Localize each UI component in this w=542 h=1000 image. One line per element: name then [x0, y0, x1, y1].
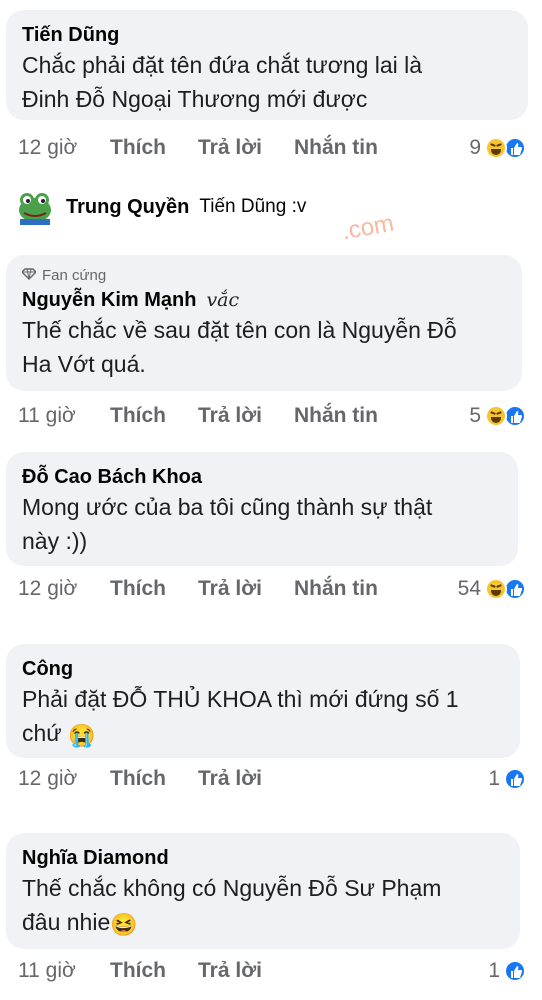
comment-bubble: Công Phải đặt ĐỖ THỦ KHOA thì mới đứng s… [6, 644, 520, 758]
reply-button[interactable]: Trả lời [198, 577, 262, 601]
comment-text-line: Chắc phải đặt tên đứa chắt tương lai là [22, 52, 423, 78]
comment-text-line: Thế chắc về sau đặt tên con là Nguyễn Đỗ [22, 317, 457, 343]
comment-actions: 12 giờ Thích Trả lời 1 [18, 763, 526, 795]
like-icon [504, 137, 526, 159]
comment-author[interactable]: Tiến Dũng [22, 22, 512, 48]
reply-button[interactable]: Trả lời [198, 959, 262, 983]
crying-emoji: 😭 [68, 723, 96, 748]
comment-actions: 12 giờ Thích Trả lời Nhắn tin 9 [18, 132, 526, 164]
reaction-count: 1 [488, 767, 500, 790]
comment-text-fragment: chứ [22, 720, 62, 746]
reply-button[interactable]: Trả lời [198, 136, 262, 160]
comment-text: Mong ước của ba tôi cũng thành sự thật n… [22, 490, 502, 558]
reaction-count: 9 [469, 136, 481, 159]
comment-bubble: Nghĩa Diamond Thế chắc không có Nguyễn Đ… [6, 833, 520, 949]
comment-actions: 12 giờ Thích Trả lời Nhắn tin 54 [18, 573, 526, 605]
reaction-summary[interactable]: 1 [488, 959, 526, 983]
comment-author[interactable]: Đỗ Cao Bách Khoa [22, 464, 502, 490]
timestamp[interactable]: 12 giờ [18, 136, 110, 160]
comment-text: Thế chắc không có Nguyễn Đỗ Sư Phạm đâu … [22, 871, 504, 942]
reaction-count: 5 [469, 404, 481, 427]
like-button[interactable]: Thích [110, 767, 166, 791]
reaction-summary[interactable]: 9 [469, 136, 526, 160]
author-name[interactable]: Nguyễn Kim Mạnh [22, 289, 196, 311]
laughing-emoji: 😆 [110, 912, 138, 937]
haha-icon [485, 578, 507, 600]
reaction-summary[interactable]: 1 [488, 767, 526, 791]
comment-text-line: đâu nhie😆 [22, 905, 504, 942]
like-icon [504, 578, 526, 600]
comment-text: Phải đặt ĐỖ THỦ KHOA thì mới đứng số 1 c… [22, 682, 504, 753]
comment-actions: 11 giờ Thích Trả lời Nhắn tin 5 [18, 400, 526, 432]
comment-text: Thế chắc về sau đặt tên con là Nguyễn Đỗ… [22, 313, 506, 381]
comment-bubble: Tiến Dũng Chắc phải đặt tên đứa chắt tươ… [6, 10, 528, 120]
timestamp[interactable]: 12 giờ [18, 767, 110, 791]
comment-text-line: chứ 😭 [22, 716, 504, 753]
comment-author[interactable]: Nghĩa Diamond [22, 845, 504, 871]
comment-text-line: này :)) [22, 528, 88, 554]
message-button[interactable]: Nhắn tin [294, 404, 378, 428]
comment-text-line: Đinh Đỗ Ngoại Thương mới được [22, 86, 368, 112]
comment-author: Nguyễn Kim Mạnh vắc [22, 287, 506, 313]
badge-label: Fan cứng [42, 267, 107, 284]
diamond-icon [21, 267, 37, 285]
like-icon [504, 405, 526, 427]
avatar[interactable] [14, 186, 56, 228]
fan-badge: Fan cứng [21, 267, 506, 285]
handwritten-mark: vắc [206, 289, 240, 311]
comment-author[interactable]: Công [22, 656, 504, 682]
comment-bubble: Fan cứng Nguyễn Kim Mạnh vắc Thế chắc về … [6, 255, 522, 391]
comment-text: Chắc phải đặt tên đứa chắt tương lai là … [22, 48, 512, 116]
reply-button[interactable]: Trả lời [198, 404, 262, 428]
comment-text-line: Phải đặt ĐỖ THỦ KHOA thì mới đứng số 1 [22, 686, 459, 712]
haha-icon [485, 405, 507, 427]
message-button[interactable]: Nhắn tin [294, 577, 378, 601]
timestamp[interactable]: 11 giờ [18, 959, 110, 983]
reply-button[interactable]: Trả lời [198, 767, 262, 791]
comment-text-line: Mong ước của ba tôi cũng thành sự thật [22, 494, 433, 520]
reaction-summary[interactable]: 5 [469, 404, 526, 428]
like-button[interactable]: Thích [110, 136, 166, 160]
like-icon [504, 768, 526, 790]
like-icon [504, 960, 526, 982]
comment-actions: 11 giờ Thích Trả lời 1 [18, 955, 526, 987]
like-button[interactable]: Thích [110, 959, 166, 983]
reaction-summary[interactable]: 54 [458, 577, 526, 601]
reply-author[interactable]: Trung Quyền [66, 196, 189, 219]
reaction-count: 1 [488, 959, 500, 982]
comment-text-fragment: đâu nhie [22, 909, 111, 935]
watermark: .com [339, 209, 396, 246]
reaction-count: 54 [457, 577, 481, 600]
message-button[interactable]: Nhắn tin [294, 136, 378, 160]
comment-bubble: Đỗ Cao Bách Khoa Mong ước của ba tôi cũn… [6, 452, 518, 566]
like-button[interactable]: Thích [110, 577, 166, 601]
comment-text-line: Ha Vớt quá. [22, 351, 146, 377]
haha-icon [485, 137, 507, 159]
reply-text: Tiến Dũng :v [199, 196, 307, 217]
reply-row: Trung Quyền Tiến Dũng :v [14, 186, 306, 228]
comment-text-line: Thế chắc không có Nguyễn Đỗ Sư Phạm [22, 875, 442, 901]
like-button[interactable]: Thích [110, 404, 166, 428]
timestamp[interactable]: 11 giờ [18, 404, 110, 428]
timestamp[interactable]: 12 giờ [18, 577, 110, 601]
